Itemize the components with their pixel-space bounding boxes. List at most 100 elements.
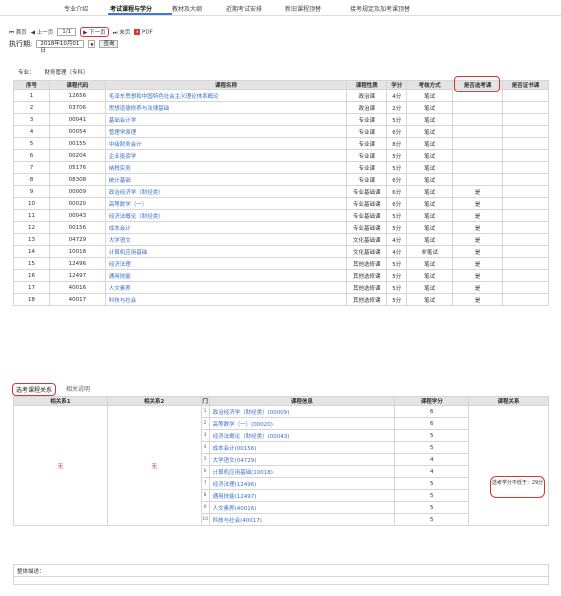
relation-course-info[interactable]: 大学语文(04729) — [208, 453, 396, 466]
relation-tabs: 选考课程关系 相关说明 — [12, 383, 90, 396]
course-credit: 5分 — [386, 149, 408, 162]
course-elective: 是 — [452, 281, 504, 294]
relation-table: 相关系1 相关系2 门 课程信息 课程学分 课程关系 无无 1 政治经济学（财经类）… — [13, 396, 549, 526]
pdf-button[interactable]: ✕ PDF — [134, 28, 153, 35]
course-type: 专业基础课 — [346, 185, 388, 198]
course-credit: 8分 — [386, 137, 408, 150]
course-exam-method: 笔试 — [406, 209, 454, 222]
page-number-input[interactable]: 1/1 — [57, 28, 77, 36]
query-button[interactable]: 查询 — [99, 40, 119, 48]
course-credit: 5分 — [386, 209, 408, 222]
course-name[interactable]: 企业投资学 — [104, 149, 348, 162]
course-certificate — [502, 257, 549, 270]
course-certificate — [502, 185, 549, 198]
course-row: 5 00155 中级财务会计 专业课 8分 笔试 — [13, 137, 549, 150]
course-name[interactable]: 思想道德修养与法律基础 — [104, 101, 348, 114]
course-name[interactable]: 人文素养 — [104, 281, 348, 294]
course-code: 00155 — [48, 137, 106, 150]
course-certificate — [502, 137, 549, 150]
relation-course-info[interactable]: 经济法理(12496) — [208, 477, 396, 490]
course-index: 1 — [13, 89, 50, 102]
course-type: 专业基础课 — [346, 209, 388, 222]
course-name[interactable]: 成本会计 — [104, 221, 348, 234]
tab-course-replacement[interactable]: 新旧课程顶替 — [285, 4, 321, 13]
course-name[interactable]: 统计基础 — [104, 173, 348, 186]
tab-textbooks[interactable]: 教材及大纲 — [172, 4, 202, 13]
prev-page-button[interactable]: ◀ 上一页 — [31, 28, 54, 36]
col-course-credit: 课程学分 — [394, 396, 470, 406]
course-name[interactable]: 管理学原理 — [104, 125, 348, 138]
course-row: 12 00156 成本会计 专业基础课 5分 笔试是 — [13, 221, 549, 234]
col-credit: 学分 — [386, 80, 408, 90]
course-code: 04729 — [48, 233, 106, 246]
course-index: 2 — [13, 101, 50, 114]
relation-course-info[interactable]: 科技与社会(40017) — [208, 513, 396, 526]
tab-exam-schedule[interactable]: 近期考试安排 — [226, 4, 262, 13]
relation-course-info[interactable]: 经济法概论（财经类）(00043) — [208, 429, 396, 442]
tab-related-notes[interactable]: 相关说明 — [66, 383, 90, 396]
course-name[interactable]: 经济法理 — [104, 257, 348, 270]
course-name[interactable]: 经济法概论（财经类） — [104, 209, 348, 222]
relation-course-info[interactable]: 通用技能(12497) — [208, 489, 396, 502]
course-name[interactable]: 中级财务会计 — [104, 137, 348, 150]
course-code: 00204 — [48, 149, 106, 162]
course-credit: 5分 — [386, 257, 408, 270]
course-name[interactable]: 大学语文 — [104, 233, 348, 246]
tab-courses-credits[interactable]: 考试课程与学分 — [110, 4, 152, 13]
relation-course-info[interactable]: 高等数学（一）(00020) — [208, 417, 396, 430]
tab-exam-rules[interactable]: 接考规定及加考课顶替 — [350, 4, 410, 13]
tab-major-intro[interactable]: 专业介绍 — [64, 4, 88, 13]
course-elective — [452, 113, 504, 126]
major-label: 专业： — [18, 70, 35, 76]
course-certificate — [502, 245, 549, 258]
course-name[interactable]: 纳税实务 — [104, 161, 348, 174]
course-credit: 4分 — [386, 245, 408, 258]
course-exam-method: 非笔试 — [406, 245, 454, 258]
relation-index: 9 — [200, 501, 210, 514]
course-name[interactable]: 毛泽东思想和中国特色社会主义理论体系概论 — [104, 89, 348, 102]
course-elective: 是 — [452, 209, 504, 222]
course-credit: 4分 — [386, 233, 408, 246]
course-credit: 6分 — [386, 197, 408, 210]
course-name[interactable]: 政治经济学（财经类） — [104, 185, 348, 198]
course-row: 16 12497 通用技能 其他选修课 5分 笔试是 — [13, 269, 549, 282]
active-tab-indicator — [108, 13, 172, 15]
course-code: 08308 — [48, 173, 106, 186]
course-row: 11 00043 经济法概论（财经类） 专业基础课 5分 笔试是 — [13, 209, 549, 222]
exec-date-input[interactable]: 2018年10月01日 — [36, 40, 85, 54]
first-page-label: 首页 — [15, 29, 27, 36]
course-name[interactable]: 计算机应用基础 — [104, 245, 348, 258]
course-index: 5 — [13, 137, 50, 150]
course-elective: 是 — [452, 293, 504, 306]
first-page-button[interactable]: ⏮ 首页 — [9, 28, 27, 37]
course-name[interactable]: 基础会计学 — [104, 113, 348, 126]
course-elective: 是 — [452, 197, 504, 210]
major-info: 专业： 财务管理（专科） — [18, 68, 89, 76]
course-code: 12656 — [48, 89, 106, 102]
relation-course-credit: 5 — [394, 513, 470, 526]
relation-course-info[interactable]: 人文素养(40016) — [208, 501, 396, 514]
course-name[interactable]: 高等数学（一） — [104, 197, 348, 210]
course-name[interactable]: 通用技能 — [104, 269, 348, 282]
course-certificate — [502, 101, 549, 114]
course-elective — [452, 101, 504, 114]
relation-course-info[interactable]: 成本会计(00156) — [208, 441, 396, 454]
course-type: 专业课 — [346, 137, 388, 150]
course-exam-method: 笔试 — [406, 89, 454, 102]
course-name[interactable]: 科技与社会 — [104, 293, 348, 306]
course-type: 专业课 — [346, 125, 388, 138]
course-index: 15 — [13, 257, 50, 270]
tab-elective-relation[interactable]: 选考课程关系 — [12, 383, 57, 396]
relation-course-info[interactable]: 计算机应用基础(10018) — [208, 465, 396, 478]
relation-course-info[interactable]: 政治经济学（财经类）(00009) — [208, 405, 396, 418]
col-count: 门 — [200, 396, 210, 406]
course-exam-method: 笔试 — [406, 173, 454, 186]
last-page-label: 末页 — [119, 29, 131, 36]
course-exam-method: 笔试 — [406, 233, 454, 246]
course-type: 政治课 — [346, 101, 388, 114]
last-page-button[interactable]: ⏭ 末页 — [113, 28, 131, 37]
chevron-down-icon[interactable]: ▼ — [88, 40, 96, 48]
next-page-button[interactable]: ▶ 下一页 — [80, 27, 109, 37]
relation-requirement: 选考学分不低于：29分 — [490, 476, 545, 498]
course-elective — [452, 161, 504, 174]
